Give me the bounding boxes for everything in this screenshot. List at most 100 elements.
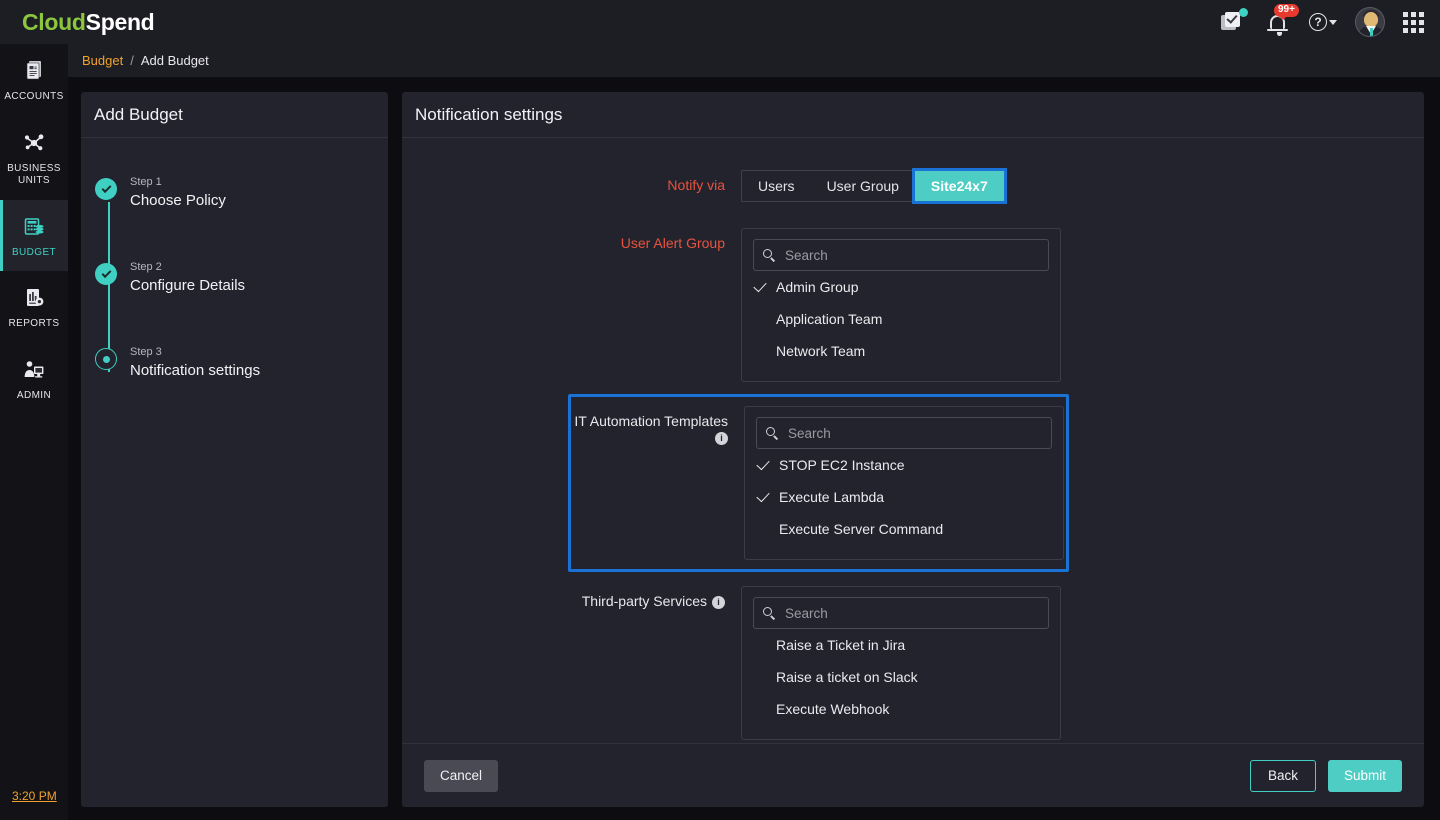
submit-button[interactable]: Submit	[1328, 760, 1402, 792]
top-bar-actions: 99+ ?	[1221, 7, 1424, 37]
wizard-step-3[interactable]: Step 3 Notification settings	[95, 348, 388, 433]
user-alert-group-search-input[interactable]	[785, 248, 1039, 263]
back-button[interactable]: Back	[1250, 760, 1316, 792]
session-clock[interactable]: 3:20 PM	[12, 789, 57, 803]
sidebar-item-budget[interactable]: BUDGET	[0, 200, 68, 272]
option-label: Admin Group	[776, 279, 858, 295]
tasks-icon[interactable]	[1221, 9, 1247, 35]
third-party-service-option[interactable]: Raise a ticket on Slack	[753, 661, 1049, 693]
it-automation-templates-label-text: IT Automation Templates	[574, 413, 728, 429]
user-alert-group-label: User Alert Group	[402, 228, 741, 251]
third-party-service-option[interactable]: Raise a Ticket in Jira	[753, 629, 1049, 661]
notify-via-label: Notify via	[402, 170, 741, 193]
notification-count-badge: 99+	[1274, 4, 1299, 17]
sidebar-item-accounts[interactable]: ACCOUNTS	[0, 44, 68, 116]
third-party-services-search[interactable]	[753, 597, 1049, 629]
app-root: CloudSpend 99+ ?	[0, 0, 1440, 820]
notification-settings-panel: Notification settings Notify via Users U…	[402, 92, 1424, 807]
chevron-down-icon	[1329, 20, 1337, 25]
it-automation-templates-listbox: STOP EC2 Instance Execute Lambda Execute…	[744, 406, 1064, 560]
it-automation-template-option[interactable]: STOP EC2 Instance	[756, 449, 1052, 481]
sidebar-item-label: BUSINESS UNITS	[4, 163, 64, 188]
user-avatar[interactable]	[1355, 7, 1385, 37]
tasks-badge-dot	[1239, 8, 1248, 17]
option-label: Application Team	[776, 311, 882, 327]
option-label: Execute Server Command	[779, 521, 943, 537]
sidebar-item-label: ADMIN	[4, 390, 64, 403]
notification-settings-title: Notification settings	[402, 92, 1424, 138]
search-icon	[766, 427, 779, 440]
step-status-icon-done	[95, 178, 117, 200]
help-icon[interactable]: ?	[1309, 13, 1337, 31]
third-party-services-search-input[interactable]	[785, 606, 1039, 621]
third-party-services-label-text: Third-party Services	[582, 593, 707, 609]
option-label: Raise a Ticket in Jira	[776, 637, 905, 653]
notifications-bell-icon[interactable]: 99+	[1265, 8, 1291, 36]
step-status-icon-current	[95, 348, 117, 370]
sidebar-nav: ACCOUNTS BUSINESS UNITS	[0, 44, 68, 820]
check-icon	[754, 345, 767, 357]
it-automation-template-option[interactable]: Execute Lambda	[756, 481, 1052, 513]
wizard-step-2[interactable]: Step 2 Configure Details	[95, 263, 388, 348]
user-alert-group-option[interactable]: Network Team	[753, 335, 1049, 367]
user-alert-group-search[interactable]	[753, 239, 1049, 271]
info-icon[interactable]: i	[712, 596, 725, 609]
step-name: Notification settings	[130, 362, 260, 379]
step-name: Configure Details	[130, 277, 245, 294]
option-label: STOP EC2 Instance	[779, 457, 905, 473]
check-icon	[754, 703, 767, 715]
user-alert-group-listbox: Admin Group Application Team Network Tea…	[741, 228, 1061, 382]
notify-via-option-site24x7[interactable]: Site24x7	[915, 171, 1004, 201]
documents-icon	[4, 58, 64, 84]
admin-monitor-icon	[4, 357, 64, 383]
check-icon	[757, 523, 770, 535]
check-icon	[757, 491, 770, 503]
notification-settings-form: Notify via Users User Group Site24x7 Use…	[402, 138, 1424, 743]
sidebar-item-label: REPORTS	[4, 318, 64, 331]
it-automation-templates-search[interactable]	[756, 417, 1052, 449]
it-automation-templates-annotation: IT Automation Templates i STOP EC2 Instan…	[568, 394, 1069, 572]
option-label: Execute Lambda	[779, 489, 884, 505]
step-number: Step 3	[130, 346, 260, 358]
search-icon	[763, 249, 776, 262]
user-alert-group-option[interactable]: Application Team	[753, 303, 1049, 335]
cancel-button[interactable]: Cancel	[424, 760, 498, 792]
notify-via-option-users[interactable]: Users	[742, 171, 811, 201]
it-automation-templates-search-input[interactable]	[788, 426, 1042, 441]
step-number: Step 2	[130, 261, 245, 273]
apps-grid-icon[interactable]	[1403, 12, 1424, 33]
calculator-icon	[4, 214, 64, 240]
top-bar: CloudSpend 99+ ?	[0, 0, 1440, 44]
search-icon	[763, 607, 776, 620]
info-icon[interactable]: i	[715, 432, 728, 445]
brand-logo-primary: Cloud	[22, 9, 86, 35]
check-icon	[754, 671, 767, 683]
wizard-panel: Add Budget Step 1 Choose Policy Step 2 C…	[81, 92, 388, 807]
breadcrumb-current: Add Budget	[141, 53, 209, 68]
third-party-services-label: Third-party Services i	[402, 586, 741, 609]
it-automation-templates-row: IT Automation Templates i STOP EC2 Instan…	[571, 406, 1066, 560]
user-alert-group-row: User Alert Group Admin Group Application…	[402, 228, 1424, 382]
step-number: Step 1	[130, 176, 226, 188]
wizard-step-1[interactable]: Step 1 Choose Policy	[95, 178, 388, 263]
breadcrumb-separator: /	[130, 53, 134, 68]
brand-logo[interactable]: CloudSpend	[22, 9, 154, 36]
report-gear-icon	[4, 285, 64, 311]
sidebar-item-business-units[interactable]: BUSINESS UNITS	[0, 116, 68, 200]
sidebar-item-admin[interactable]: ADMIN	[0, 343, 68, 415]
third-party-services-listbox: Raise a Ticket in Jira Raise a ticket on…	[741, 586, 1061, 740]
third-party-service-option[interactable]: Execute Webhook	[753, 693, 1049, 725]
notify-via-segmented-control: Users User Group Site24x7	[741, 170, 1005, 202]
third-party-services-row: Third-party Services i Raise a Ticket in …	[402, 586, 1424, 740]
notify-via-option-user-group[interactable]: User Group	[811, 171, 915, 201]
step-name: Choose Policy	[130, 192, 226, 209]
notify-via-row: Notify via Users User Group Site24x7	[402, 170, 1424, 202]
sidebar-item-reports[interactable]: REPORTS	[0, 271, 68, 343]
sidebar-item-label: ACCOUNTS	[4, 91, 64, 104]
user-alert-group-option[interactable]: Admin Group	[753, 271, 1049, 303]
breadcrumb-root-link[interactable]: Budget	[82, 53, 123, 68]
it-automation-template-option[interactable]: Execute Server Command	[756, 513, 1052, 545]
option-label: Execute Webhook	[776, 701, 889, 717]
form-footer: Cancel Back Submit	[402, 743, 1424, 807]
breadcrumb: Budget / Add Budget	[68, 44, 1440, 77]
